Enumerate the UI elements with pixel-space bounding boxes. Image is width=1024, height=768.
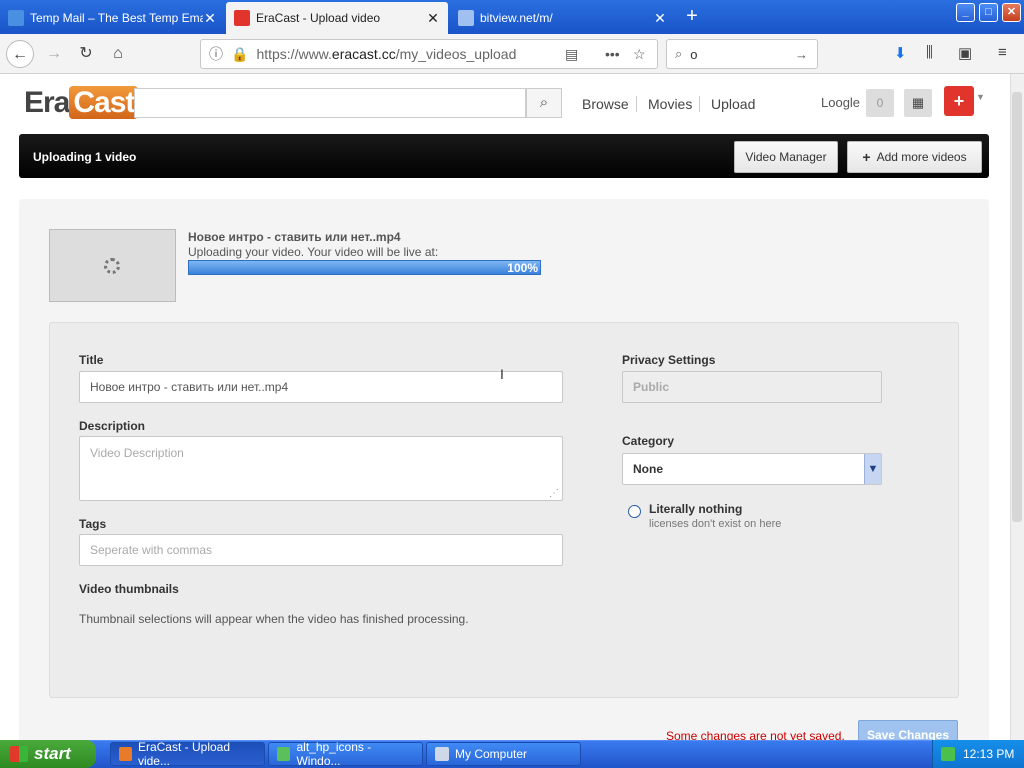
category-label: Category	[622, 434, 675, 448]
chevron-down-icon[interactable]: ▼	[976, 92, 985, 102]
forward-button[interactable]: →	[40, 40, 68, 68]
search-icon: ⌕	[675, 46, 683, 61]
site-search-button[interactable]: ⌕	[526, 88, 562, 118]
windows-flag-icon	[10, 746, 28, 762]
upload-progress-text: 100%	[507, 261, 538, 275]
menu-icon[interactable]: ≡	[998, 44, 1007, 61]
text-cursor-icon: I	[500, 366, 504, 382]
nav-movies[interactable]: Movies	[648, 96, 692, 112]
notifications-badge[interactable]: 0	[866, 89, 894, 117]
tab-temp-mail[interactable]: Temp Mail – The Best Temp Email S ✕	[0, 2, 225, 34]
nav-separator	[636, 96, 637, 112]
thumbnails-note: Thumbnail selections will appear when th…	[79, 612, 469, 626]
bitview-icon	[458, 10, 474, 26]
nav-separator	[699, 96, 700, 112]
firefox-icon	[119, 747, 132, 761]
reload-button[interactable]: ↻	[72, 40, 100, 68]
mail-icon	[8, 10, 24, 26]
youtube-icon	[234, 10, 250, 26]
network-icon[interactable]	[941, 747, 955, 761]
title-input[interactable]: Новое интро - ставить или нет..mp4	[79, 371, 563, 403]
upload-header-bar	[19, 134, 989, 178]
url-bar[interactable]: ⓘ 🔒 https://www. eracast.cc/my_videos_upl…	[200, 39, 658, 69]
clock: 12:13 PM	[963, 747, 1015, 761]
eracast-logo[interactable]: Era Cast	[24, 86, 139, 120]
minimize-button[interactable]: _	[956, 3, 975, 22]
loading-spinner-icon	[104, 258, 120, 274]
license-title: Literally nothing	[649, 502, 743, 516]
site-search-input[interactable]	[134, 88, 526, 118]
library-icon[interactable]: ⫼	[926, 44, 933, 61]
window-close-button[interactable]: ✕	[1002, 3, 1021, 22]
category-select[interactable]: None	[622, 453, 882, 485]
system-tray: 12:13 PM	[932, 740, 1024, 768]
sidebar-icon[interactable]: ▣	[958, 44, 972, 62]
nav-browse[interactable]: Browse	[582, 96, 629, 112]
privacy-select[interactable]: Public	[622, 371, 882, 403]
image-icon	[277, 747, 291, 761]
nav-upload[interactable]: Upload	[711, 96, 755, 112]
upload-plus-icon[interactable]: +	[944, 86, 974, 116]
download-icon[interactable]: ⬇	[894, 44, 907, 62]
apps-grid-icon[interactable]: ▦	[904, 89, 932, 117]
start-button[interactable]: start	[0, 740, 96, 768]
reader-view-icon[interactable]: ▤	[565, 46, 578, 63]
description-label: Description	[79, 419, 146, 433]
username-link[interactable]: Loogle	[821, 95, 860, 110]
upload-filename: Новое интро - ставить или нет..mp4	[188, 230, 401, 244]
privacy-label: Privacy Settings	[622, 353, 716, 367]
upload-header-title: Uploading 1 video	[33, 150, 137, 164]
new-tab-button[interactable]: +	[680, 4, 704, 28]
taskbar-item-my-computer[interactable]: My Computer	[426, 742, 581, 766]
taskbar-item-alt-hp-icons[interactable]: alt_hp_icons - Windo...	[268, 740, 423, 768]
scrollbar-thumb[interactable]	[1012, 92, 1022, 522]
video-thumbnails-label: Video thumbnails	[79, 582, 179, 596]
maximize-button[interactable]: □	[979, 3, 998, 22]
close-icon[interactable]: ✕	[653, 10, 667, 27]
title-label: Title	[79, 353, 104, 367]
video-manager-button[interactable]: Video Manager	[734, 141, 838, 173]
tab-eracast-upload[interactable]: EraCast - Upload video ✕	[226, 2, 448, 34]
close-icon[interactable]: ✕	[426, 10, 440, 27]
tags-input[interactable]: Seperate with commas	[79, 534, 563, 566]
info-icon[interactable]: ⓘ	[209, 44, 223, 64]
license-subtitle: licenses don't exist on here	[649, 518, 782, 530]
tab-bitview[interactable]: bitview.net/m/ ✕	[450, 2, 675, 34]
back-button[interactable]: ←	[6, 40, 34, 68]
page-actions-icon[interactable]: •••	[605, 46, 620, 62]
tags-label: Tags	[79, 517, 107, 531]
lock-icon: 🔒	[231, 45, 249, 62]
description-textarea[interactable]: Video Description ⋰	[79, 436, 563, 501]
chevron-down-icon[interactable]: ▼	[864, 454, 881, 484]
search-go-icon[interactable]: →	[795, 47, 808, 62]
add-more-videos-button[interactable]: + Add more videos	[847, 141, 982, 173]
browser-toolbar: ← → ↻ ⌂ ⓘ 🔒 https://www. eracast.cc/my_vi…	[0, 34, 1024, 74]
upload-status: Uploading your video. Your video will be…	[188, 245, 439, 259]
home-button[interactable]: ⌂	[104, 40, 132, 68]
resize-handle-icon[interactable]: ⋰	[549, 488, 559, 499]
taskbar-item-eracast[interactable]: EraCast - Upload vide...	[110, 740, 265, 768]
computer-icon	[435, 747, 449, 761]
bookmark-star-icon[interactable]: ☆	[633, 46, 646, 63]
close-icon[interactable]: ✕	[203, 10, 217, 27]
license-radio[interactable]	[628, 505, 641, 518]
plus-icon: +	[862, 149, 871, 165]
browser-search-input[interactable]: ⌕ o →	[666, 39, 818, 69]
search-icon: ⌕	[539, 94, 549, 111]
